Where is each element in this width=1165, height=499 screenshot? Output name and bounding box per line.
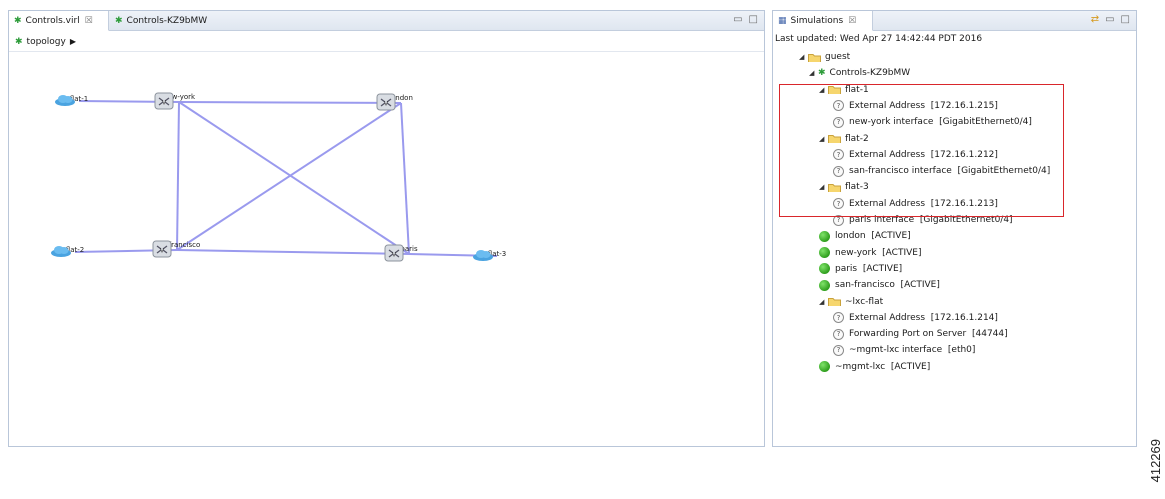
- router-icon: V: [154, 92, 174, 110]
- highlight-box: [779, 84, 1064, 217]
- expand-triangle-icon[interactable]: ◢: [799, 53, 808, 61]
- svg-text:V: V: [384, 102, 388, 108]
- tab-simulations[interactable]: ▦ Simulations ☒: [773, 11, 873, 31]
- router-icon: V: [376, 93, 396, 111]
- cloud-icon: [472, 249, 494, 261]
- node-san-francisco[interactable]: V san-francisco: [152, 240, 202, 249]
- router-icon: V: [384, 244, 404, 262]
- tree-item-label: ~lxc-flat: [845, 297, 883, 307]
- tree-item-label: Controls-KZ9bMW: [830, 68, 911, 78]
- node-flat-3[interactable]: flat-3: [472, 249, 522, 258]
- last-updated-text: Last updated: Wed Apr 27 14:42:44 PDT 20…: [775, 34, 982, 44]
- tab-label: Simulations: [791, 16, 844, 26]
- status-active-icon: [819, 263, 830, 274]
- topology-icon: ✱: [115, 16, 123, 26]
- expand-triangle-icon[interactable]: ◢: [819, 298, 828, 306]
- folder-icon: [808, 53, 821, 62]
- tree-item-active[interactable]: san-francisco [ACTIVE]: [819, 277, 940, 293]
- simulations-tab-bar: ▦ Simulations ☒ ⇄ ▭ □: [773, 11, 1136, 31]
- topology-icon: ✱: [818, 68, 826, 78]
- tree-item-info[interactable]: ? ~mgmt-lxc interface [eth0]: [833, 342, 975, 358]
- help-icon: ?: [833, 329, 844, 340]
- tab-controls-virl[interactable]: ✱ Controls.virl ☒: [9, 11, 109, 31]
- figure-id: 412269: [1148, 439, 1163, 499]
- tree-item-active[interactable]: new-york [ACTIVE]: [819, 245, 921, 261]
- topology-canvas[interactable]: flat-1 V new-york V london flat-2 V san-…: [9, 53, 764, 446]
- minimize-icon[interactable]: ▭: [733, 14, 742, 25]
- link-san-francisco-paris[interactable]: [177, 250, 409, 254]
- tree-item-active[interactable]: london [ACTIVE]: [819, 228, 911, 244]
- maximize-icon[interactable]: □: [749, 14, 758, 25]
- node-new-york[interactable]: V new-york: [154, 92, 204, 101]
- node-flat-2[interactable]: flat-2: [50, 245, 100, 254]
- tree-item-label: london [ACTIVE]: [835, 231, 911, 241]
- tree-item-info[interactable]: ? Forwarding Port on Server [44744]: [833, 326, 1008, 342]
- folder-icon: [828, 297, 841, 306]
- tree-item-folder[interactable]: ◢ guest: [799, 49, 850, 65]
- svg-text:V: V: [160, 249, 164, 255]
- topology-editor-pane: ✱ Controls.virl ☒ ✱ Controls-KZ9bMW ▭ □ …: [8, 10, 765, 447]
- tree-item-label: Forwarding Port on Server [44744]: [849, 329, 1008, 339]
- simulations-icon: ▦: [778, 16, 787, 26]
- tree-item-label: ~mgmt-lxc interface [eth0]: [849, 345, 975, 355]
- tree-item-folder[interactable]: ◢ ~lxc-flat: [819, 294, 883, 310]
- link-new-york-paris[interactable]: [179, 102, 409, 254]
- tree-item-active[interactable]: ~mgmt-lxc [ACTIVE]: [819, 359, 930, 375]
- close-icon[interactable]: ☒: [848, 16, 856, 26]
- link-london-paris[interactable]: [401, 103, 409, 254]
- tab-label: Controls-KZ9bMW: [127, 16, 208, 26]
- tree-item-info[interactable]: ? External Address [172.16.1.214]: [833, 310, 998, 326]
- cloud-icon: [50, 245, 72, 257]
- status-active-icon: [819, 280, 830, 291]
- tree-item-label: san-francisco [ACTIVE]: [835, 280, 940, 290]
- tree-item-label: ~mgmt-lxc [ACTIVE]: [835, 362, 930, 372]
- status-active-icon: [819, 247, 830, 258]
- chevron-right-icon[interactable]: ▶: [70, 37, 76, 46]
- tree-item-topology[interactable]: ◢✱ Controls-KZ9bMW: [809, 65, 910, 81]
- maximize-icon[interactable]: □: [1121, 14, 1130, 25]
- tab-label: Controls.virl: [26, 16, 80, 26]
- breadcrumb[interactable]: ✱ topology ▶: [9, 32, 764, 52]
- link-new-york-london[interactable]: [179, 102, 401, 103]
- topology-icon: ✱: [14, 16, 22, 26]
- tree-item-label: guest: [825, 52, 850, 62]
- cloud-icon: [54, 94, 76, 106]
- window-controls: ⇄ ▭ □: [1091, 14, 1130, 25]
- close-icon[interactable]: ☒: [85, 16, 93, 26]
- link-london-san-francisco[interactable]: [177, 103, 401, 250]
- tree-item-active[interactable]: paris [ACTIVE]: [819, 261, 902, 277]
- tree-item-label: External Address [172.16.1.214]: [849, 313, 998, 323]
- svg-text:V: V: [392, 253, 396, 259]
- tab-controls-kz9bmw[interactable]: ✱ Controls-KZ9bMW: [110, 11, 212, 31]
- node-london[interactable]: V london: [376, 93, 426, 102]
- breadcrumb-label: topology: [27, 37, 66, 47]
- tree-item-label: paris [ACTIVE]: [835, 264, 902, 274]
- expand-triangle-icon[interactable]: ◢: [809, 69, 818, 77]
- help-icon: ?: [833, 312, 844, 323]
- status-active-icon: [819, 361, 830, 372]
- node-flat-1[interactable]: flat-1: [54, 94, 104, 103]
- svg-text:V: V: [162, 101, 166, 107]
- window-controls: ▭ □: [733, 14, 758, 25]
- node-paris[interactable]: V paris: [384, 244, 434, 253]
- status-active-icon: [819, 231, 830, 242]
- simulations-pane: ▦ Simulations ☒ ⇄ ▭ □ Last updated: Wed …: [772, 10, 1137, 447]
- topology-icon: ✱: [15, 37, 23, 47]
- editor-tab-bar: ✱ Controls.virl ☒ ✱ Controls-KZ9bMW ▭ □: [9, 11, 764, 31]
- help-icon: ?: [833, 345, 844, 356]
- router-icon: V: [152, 240, 172, 258]
- minimize-icon[interactable]: ▭: [1105, 14, 1114, 25]
- tree-item-label: new-york [ACTIVE]: [835, 248, 921, 258]
- link-new-york-san-francisco[interactable]: [177, 102, 179, 250]
- sync-icon[interactable]: ⇄: [1091, 14, 1099, 25]
